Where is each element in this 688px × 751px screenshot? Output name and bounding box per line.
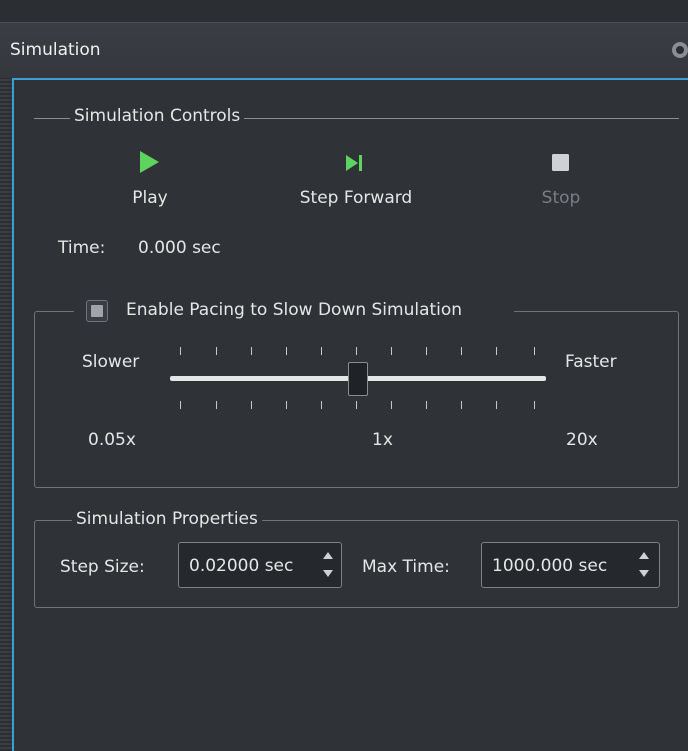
pacing-slider[interactable] bbox=[168, 344, 550, 416]
step-size-spinbox[interactable]: 0.02000 sec bbox=[178, 542, 342, 588]
max-time-up-icon[interactable] bbox=[639, 552, 649, 559]
slider-tick bbox=[356, 347, 357, 355]
slider-tick bbox=[496, 347, 497, 355]
slider-tick bbox=[534, 401, 535, 409]
slider-tick bbox=[321, 401, 322, 409]
slider-tick bbox=[461, 401, 462, 409]
top-strip bbox=[0, 0, 688, 22]
slider-tick bbox=[391, 401, 392, 409]
slider-tick bbox=[180, 347, 181, 355]
pacing-checkbox-label[interactable]: Enable Pacing to Slow Down Simulation bbox=[126, 300, 462, 320]
pacing-checkbox[interactable] bbox=[86, 300, 108, 322]
step-forward-button[interactable]: Step Forward bbox=[282, 148, 430, 216]
properties-group-title: Simulation Properties bbox=[72, 509, 262, 529]
slider-thumb[interactable] bbox=[348, 362, 368, 396]
slider-tick bbox=[251, 347, 252, 355]
step-forward-icon bbox=[346, 155, 362, 171]
slider-tick bbox=[426, 401, 427, 409]
step-forward-label: Step Forward bbox=[299, 188, 413, 208]
step-size-label: Step Size: bbox=[60, 557, 145, 577]
step-size-value[interactable]: 0.02000 sec bbox=[189, 556, 307, 576]
title-bar bbox=[0, 22, 688, 79]
slider-tick bbox=[426, 347, 427, 355]
dock-handle[interactable] bbox=[0, 78, 12, 751]
max-time-label: Max Time: bbox=[362, 557, 450, 577]
slider-tick bbox=[534, 347, 535, 355]
slider-tick bbox=[496, 401, 497, 409]
slider-tick bbox=[391, 347, 392, 355]
window-title: Simulation bbox=[10, 40, 101, 60]
controls-group-title: Simulation Controls bbox=[70, 106, 245, 126]
pacing-min-label: 0.05x bbox=[88, 430, 136, 450]
slider-tick bbox=[216, 401, 217, 409]
slider-tick bbox=[216, 347, 217, 355]
slider-tick bbox=[286, 347, 287, 355]
slider-tick bbox=[286, 401, 287, 409]
play-label: Play bbox=[132, 188, 168, 208]
max-time-down-icon[interactable] bbox=[639, 570, 649, 577]
play-icon bbox=[140, 151, 159, 173]
slider-tick bbox=[180, 401, 181, 409]
stop-button[interactable]: Stop bbox=[526, 148, 596, 216]
stop-icon bbox=[552, 154, 569, 171]
time-value: 0.000 sec bbox=[138, 238, 221, 258]
slider-tick bbox=[461, 347, 462, 355]
pacing-max-label: 20x bbox=[566, 430, 598, 450]
max-time-value[interactable]: 1000.000 sec bbox=[492, 556, 622, 576]
pacing-mid-label: 1x bbox=[372, 430, 393, 450]
play-button[interactable]: Play bbox=[110, 148, 190, 216]
slower-label: Slower bbox=[82, 352, 140, 372]
slider-tick bbox=[321, 347, 322, 355]
slider-tick bbox=[251, 401, 252, 409]
step-size-down-icon[interactable] bbox=[323, 570, 333, 577]
step-size-up-icon[interactable] bbox=[323, 552, 333, 559]
time-label: Time: bbox=[58, 238, 106, 258]
max-time-spinbox[interactable]: 1000.000 sec bbox=[481, 542, 660, 588]
close-icon[interactable] bbox=[672, 42, 688, 58]
slider-tick bbox=[356, 401, 357, 409]
faster-label: Faster bbox=[565, 352, 617, 372]
stop-label: Stop bbox=[541, 188, 581, 208]
